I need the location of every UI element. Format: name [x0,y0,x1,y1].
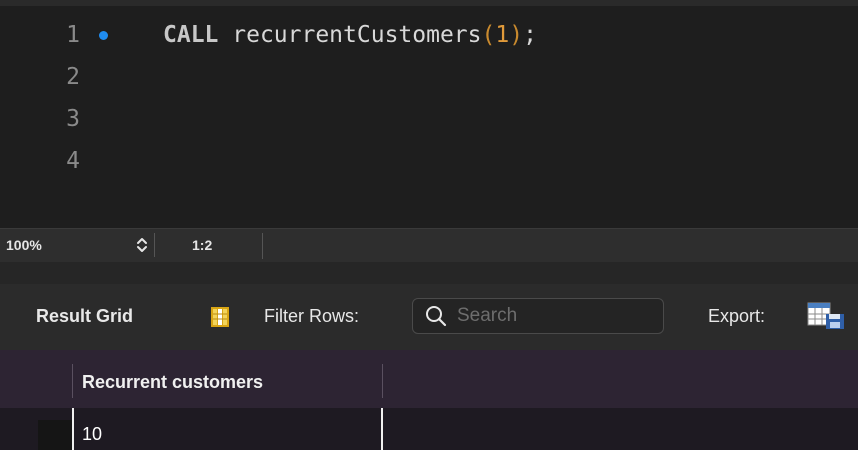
code-line-3[interactable]: 3 [0,98,858,140]
column-divider [72,364,73,398]
code-line-4[interactable]: 4 [0,140,858,182]
search-input[interactable] [457,305,647,327]
panel-splitter[interactable] [0,262,858,284]
sql-editor[interactable]: 1 CALL recurrentCustomers(1); 2 3 4 [0,6,858,228]
line-number: 4 [66,148,80,174]
editor-statusbar: 100% 1:2 [0,228,858,262]
statement-marker-icon[interactable] [99,31,108,40]
open-paren: ( [481,22,496,48]
cell-border [381,408,383,450]
column-resize-handle[interactable] [382,364,383,398]
search-icon [425,305,447,327]
cursor-position: 1:2 [192,237,213,253]
filter-rows-label: Filter Rows: [264,306,360,326]
export-table-icon[interactable] [806,302,846,330]
column-header[interactable]: Recurrent customers [82,372,263,393]
search-field[interactable] [412,298,664,334]
line-number: 3 [66,106,80,132]
result-grid-tab[interactable]: Result Grid [36,306,133,327]
stepper-icon[interactable] [130,233,155,257]
sql-keyword: CALL [163,22,219,48]
result-grid: Recurrent customers 10 [0,350,858,450]
line-number: 2 [66,64,80,90]
close-paren: ) [509,22,524,48]
statement-terminator: ; [523,22,537,48]
argument-value: 1 [495,22,510,48]
code-statement[interactable]: CALL recurrentCustomers(1); [163,14,537,56]
code-line-2[interactable]: 2 [0,56,858,98]
row-selector[interactable] [38,420,72,450]
status-divider [262,233,263,259]
line-number: 1 [66,22,80,48]
result-toolbar: Result Grid Filter Rows: Export: [0,284,858,350]
grid-layout-icon[interactable] [209,306,231,328]
export-label: Export: [708,306,766,326]
code-line-1[interactable]: 1 CALL recurrentCustomers(1); [0,14,858,56]
grid-header-row: Recurrent customers [0,350,858,408]
table-cell[interactable]: 10 [82,424,102,445]
cell-border [72,408,74,450]
zoom-level[interactable]: 100% [6,237,42,253]
table-row[interactable]: 10 [0,408,858,450]
procedure-name: recurrentCustomers [232,22,482,48]
